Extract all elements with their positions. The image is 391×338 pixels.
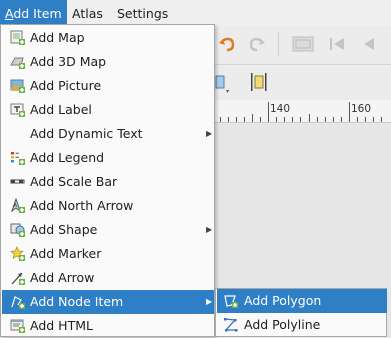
menubar-settings-label: Settings: [117, 6, 169, 21]
menu-item-add-label[interactable]: Add Label: [2, 98, 214, 122]
polyline-icon: [224, 318, 238, 332]
menu-item-add-shape[interactable]: Add Shape ▶: [2, 218, 214, 242]
scale-bar-icon: [10, 179, 25, 184]
menu-item-add-picture[interactable]: Add Picture: [2, 74, 214, 98]
ruler-minor-tick: [244, 117, 245, 122]
ruler-minor-tick: [309, 114, 310, 122]
ruler-major-tick: [268, 102, 269, 122]
ruler-minor-tick: [357, 117, 358, 122]
menu-item-label: Add Legend: [30, 150, 105, 165]
mnemonic-underline: A: [5, 6, 14, 21]
submenu-arrow-icon: ▶: [206, 129, 213, 138]
submenu-item-add-polygon[interactable]: Add Polygon: [217, 289, 387, 313]
menubar-atlas[interactable]: Atlas: [67, 0, 108, 26]
menubar: Add Item Atlas Settings: [0, 0, 391, 26]
ruler-minor-tick: [228, 117, 229, 122]
ruler-minor-tick: [325, 117, 326, 122]
menubar-add-item-label: Add Item: [5, 6, 62, 21]
menu-item-add-node-item[interactable]: Add Node Item ▶: [2, 290, 214, 314]
ruler-minor-tick: [317, 117, 318, 122]
menu-item-add-3d-map[interactable]: Add 3D Map: [2, 50, 214, 74]
submenu-item-label: Add Polygon: [244, 293, 322, 308]
menubar-atlas-label: Atlas: [72, 6, 103, 21]
undo-icon[interactable]: [218, 35, 236, 53]
ruler-major-tick: [349, 102, 350, 122]
add-item-menu: Add Map Add 3D Map Add Picture Add Label…: [0, 24, 215, 337]
ruler-label-160: 160: [351, 103, 372, 115]
ruler-minor-tick: [341, 117, 342, 122]
menu-item-label: Add Scale Bar: [30, 174, 118, 189]
menu-item-label: Add 3D Map: [30, 54, 107, 69]
toolbar-separator: [278, 32, 279, 56]
node-item-icon: [11, 296, 25, 309]
legend-icon: [11, 152, 25, 165]
redo-icon[interactable]: [248, 35, 266, 53]
menu-item-label: Add Picture: [30, 78, 102, 93]
menu-item-add-legend[interactable]: Add Legend: [2, 146, 214, 170]
add-node-item-submenu: Add Polygon Add Polyline: [215, 288, 387, 337]
horizontal-ruler: 140 160: [214, 100, 391, 123]
menu-item-label: Add Dynamic Text: [30, 126, 143, 141]
menubar-settings[interactable]: Settings: [112, 0, 173, 26]
ruler-minor-tick: [252, 114, 253, 122]
menu-item-label: Add Marker: [30, 246, 102, 261]
menu-item-add-scale-bar[interactable]: Add Scale Bar: [2, 170, 214, 194]
menu-item-label: Add Shape: [30, 222, 98, 237]
first-feature-icon[interactable]: [328, 35, 346, 53]
ruler-minor-tick: [365, 117, 366, 122]
ruler-minor-tick: [220, 117, 221, 122]
ruler-minor-tick: [284, 117, 285, 122]
align-icon[interactable]: [214, 72, 230, 94]
menubar-add-item[interactable]: Add Item: [0, 0, 67, 26]
label-icon: [10, 103, 25, 117]
submenu-arrow-icon: ▶: [206, 225, 213, 234]
distribute-icon[interactable]: [250, 71, 268, 93]
menu-item-label: Add Label: [30, 102, 92, 117]
menu-item-add-arrow[interactable]: Add Arrow: [2, 266, 214, 290]
north-arrow-icon: A: [11, 198, 25, 213]
menu-item-label: Add HTML: [30, 318, 93, 333]
ruler-minor-tick: [381, 117, 382, 122]
ruler-minor-tick: [276, 117, 277, 122]
arrow-icon: [11, 272, 25, 285]
submenu-arrow-icon: ▶: [206, 297, 213, 306]
ruler-minor-tick: [373, 117, 374, 122]
3d-map-icon: [10, 57, 25, 69]
svg-text:A: A: [14, 203, 18, 209]
marker-icon: [10, 246, 25, 261]
ruler-label-140: 140: [270, 103, 291, 115]
menu-item-add-north-arrow[interactable]: A Add North Arrow: [2, 194, 214, 218]
ruler-minor-tick: [292, 117, 293, 122]
ruler-minor-tick: [333, 117, 334, 122]
map-icon: [10, 30, 25, 45]
ruler-minor-tick: [260, 117, 261, 122]
submenu-item-add-polyline[interactable]: Add Polyline: [217, 313, 387, 337]
toolbar-row-2: [214, 64, 391, 99]
menu-item-add-html[interactable]: Add HTML: [2, 314, 214, 338]
toolbar-row-1: [214, 28, 391, 60]
html-icon: [10, 319, 25, 333]
menu-item-label: Add Node Item: [30, 294, 124, 309]
submenu-item-label: Add Polyline: [244, 317, 321, 332]
menu-item-label: Add Map: [30, 30, 85, 45]
picture-icon: [10, 79, 25, 93]
menu-item-label: Add Arrow: [30, 270, 95, 285]
polygon-icon: [224, 295, 238, 308]
shape-icon: [10, 223, 25, 237]
menu-item-add-dynamic-text[interactable]: Add Dynamic Text ▶: [2, 122, 214, 146]
atlas-preview-icon[interactable]: [292, 35, 314, 53]
ruler-minor-tick: [236, 117, 237, 122]
ruler-minor-tick: [300, 117, 301, 122]
menu-item-add-map[interactable]: Add Map: [2, 26, 214, 50]
menu-item-add-marker[interactable]: Add Marker: [2, 242, 214, 266]
menu-item-label: Add North Arrow: [30, 198, 134, 213]
previous-feature-icon[interactable]: [360, 35, 378, 53]
